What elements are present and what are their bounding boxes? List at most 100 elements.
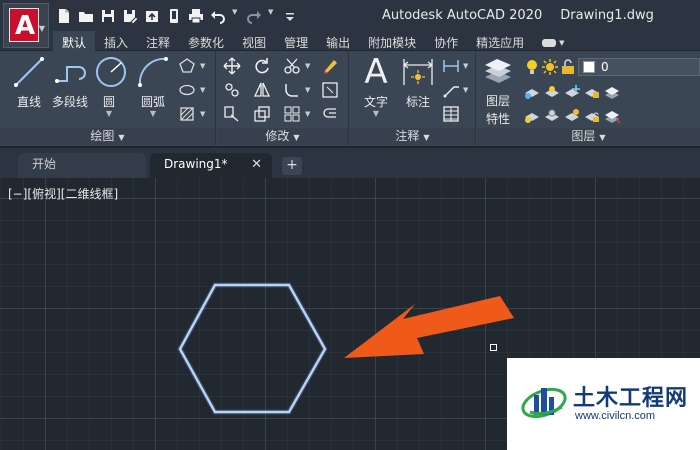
chevron-down-icon[interactable]: ▼ <box>463 86 468 94</box>
plot-printer-icon[interactable] <box>188 8 204 24</box>
rotate-icon[interactable] <box>253 57 271 75</box>
undo-icon[interactable] <box>210 8 226 24</box>
layers-panel-title[interactable]: 图层 ▼ <box>477 128 700 145</box>
ribbon-display-toggle[interactable]: ▼ <box>533 31 573 51</box>
stretch-icon[interactable] <box>223 105 241 123</box>
annotation-panel-title[interactable]: 注释 ▼ <box>350 128 475 145</box>
open-folder-icon[interactable] <box>78 8 94 24</box>
modify-panel-title[interactable]: 修改 ▼ <box>217 128 348 145</box>
layer-thaw-icon[interactable] <box>563 107 581 125</box>
scale-icon[interactable] <box>253 105 271 123</box>
new-tab-button[interactable]: + <box>282 157 302 175</box>
tab-parametric[interactable]: 参数化 <box>179 31 233 51</box>
arc-tool-button[interactable]: 圆弧 ▼ <box>136 55 170 118</box>
drawing-area[interactable]: [−][俯视][二维线框] 土木工程网 www.civilcn.com <box>0 178 700 450</box>
save-as-icon[interactable] <box>122 8 138 24</box>
table-icon[interactable] <box>442 105 460 123</box>
layer-freeze-icon[interactable] <box>563 83 581 101</box>
tab-insert[interactable]: 插入 <box>95 31 137 51</box>
save-icon[interactable] <box>100 8 116 24</box>
chevron-down-icon[interactable]: ▼ <box>232 8 240 24</box>
tab-manage[interactable]: 管理 <box>275 31 317 51</box>
chevron-down-icon: ▼ <box>118 133 125 142</box>
dimension-icon <box>401 55 435 89</box>
explode-icon[interactable] <box>321 81 339 99</box>
chevron-down-icon[interactable]: ▼ <box>305 110 310 118</box>
tab-addins[interactable]: 附加模块 <box>359 31 425 51</box>
tab-view[interactable]: 视图 <box>233 31 275 51</box>
tab-annotate[interactable]: 注释 <box>137 31 179 51</box>
arc-tool-label: 圆弧 <box>140 95 165 109</box>
chevron-down-icon: ▼ <box>38 24 45 33</box>
tab-output[interactable]: 输出 <box>317 31 359 51</box>
drawing-tab-label: Drawing1* <box>164 157 228 171</box>
light-bulb-icon[interactable] <box>523 58 541 76</box>
sun-freeze-icon[interactable] <box>541 58 559 76</box>
line-tool-button[interactable]: 直线 <box>12 55 46 110</box>
arc-icon <box>136 55 170 89</box>
layer-dropdown[interactable]: 0 <box>578 58 700 76</box>
leader-icon[interactable] <box>442 81 460 99</box>
offset-icon[interactable] <box>321 105 339 123</box>
chevron-down-icon[interactable]: ▼ <box>94 110 124 118</box>
chevron-down-icon[interactable]: ▼ <box>305 86 310 94</box>
pointer-arrow <box>344 296 514 358</box>
text-tool-button[interactable]: A 文字 ▼ <box>358 55 394 118</box>
polyline-tool-label: 多段线 <box>52 95 89 109</box>
layer-match-icon[interactable] <box>603 83 621 101</box>
circle-tool-button[interactable]: 圆 ▼ <box>94 55 126 118</box>
application-menu-button[interactable]: A ▼ <box>3 3 49 48</box>
layer-off-icon[interactable] <box>523 83 541 101</box>
close-icon[interactable]: ✕ <box>251 153 262 176</box>
ribbon-panel: 直线 多段线 圆 ▼ 圆弧 ▼ ▼ ▼ ▼ 绘图 ▼ ▼ ▼ ▼ 修改 ▼ A … <box>0 51 700 147</box>
ellipse-tool-icon[interactable] <box>178 81 196 99</box>
array-icon[interactable] <box>283 105 301 123</box>
modify-panel: ▼ ▼ ▼ 修改 ▼ <box>217 51 349 147</box>
quick-access-toolbar: ▼ ▼ <box>56 6 294 26</box>
polygon-tool-icon[interactable] <box>178 57 196 75</box>
draw-panel-title[interactable]: 绘图 ▼ <box>0 128 215 145</box>
drawing-tab[interactable]: Drawing1* ✕ <box>150 153 272 178</box>
unlock-icon[interactable] <box>559 58 577 76</box>
draw-panel: 直线 多段线 圆 ▼ 圆弧 ▼ ▼ ▼ ▼ 绘图 ▼ <box>0 51 216 147</box>
move-icon[interactable] <box>223 57 241 75</box>
chevron-down-icon[interactable]: ▼ <box>305 62 310 70</box>
hexagon-glow <box>177 282 328 415</box>
layer-properties-button[interactable]: 图层 特性 <box>481 55 515 127</box>
dimension-tool-button[interactable]: 标注 <box>400 55 436 110</box>
fillet-icon[interactable] <box>283 81 301 99</box>
chevron-down-icon: ▼ <box>559 38 565 47</box>
layer-on-icon[interactable] <box>523 107 541 125</box>
layer-color-swatch <box>583 61 595 73</box>
chevron-down-icon[interactable]: ▼ <box>463 62 468 70</box>
customize-dropdown-icon[interactable] <box>282 8 294 24</box>
mirror-icon[interactable] <box>253 81 271 99</box>
chevron-down-icon[interactable]: ▼ <box>268 8 276 24</box>
hatch-tool-icon[interactable] <box>178 105 196 123</box>
layer-unisolate-icon[interactable] <box>543 107 561 125</box>
tab-home[interactable]: 默认 <box>53 31 96 51</box>
chevron-down-icon[interactable]: ▼ <box>358 110 394 118</box>
copy-icon[interactable] <box>223 81 241 99</box>
civilcn-logo-icon <box>520 379 572 423</box>
open-web-icon[interactable] <box>144 8 160 24</box>
layer-walk-icon[interactable] <box>603 107 621 125</box>
start-tab[interactable]: 开始 <box>18 153 146 178</box>
trim-icon[interactable] <box>283 57 301 75</box>
chevron-down-icon[interactable]: ▼ <box>200 110 205 118</box>
tab-collaborate[interactable]: 协作 <box>425 31 467 51</box>
layer-unlock-icon[interactable] <box>583 107 601 125</box>
new-file-icon[interactable] <box>56 8 72 24</box>
tab-featured-apps[interactable]: 精选应用 <box>467 31 533 51</box>
polyline-tool-button[interactable]: 多段线 <box>52 55 88 110</box>
save-web-icon[interactable] <box>166 8 182 24</box>
layer-lock-icon[interactable] <box>583 83 601 101</box>
chevron-down-icon[interactable]: ▼ <box>200 86 205 94</box>
erase-icon[interactable] <box>321 57 339 75</box>
redo-icon[interactable] <box>246 8 262 24</box>
chevron-down-icon[interactable]: ▼ <box>136 110 170 118</box>
minimize-ribbon-icon <box>542 38 557 47</box>
linear-dimension-icon[interactable] <box>442 57 460 75</box>
chevron-down-icon[interactable]: ▼ <box>200 62 205 70</box>
layer-isolate-icon[interactable] <box>543 83 561 101</box>
